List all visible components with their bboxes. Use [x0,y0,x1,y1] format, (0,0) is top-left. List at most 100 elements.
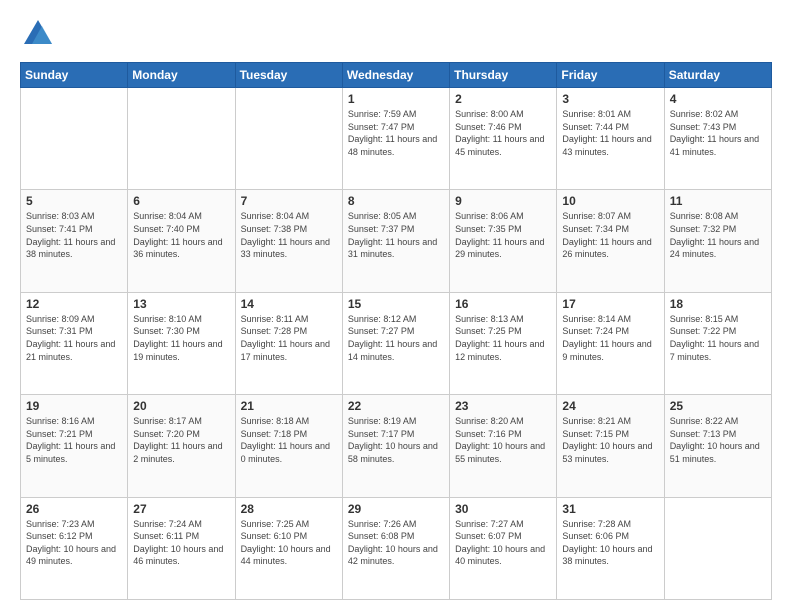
day-info: Sunrise: 8:14 AM Sunset: 7:24 PM Dayligh… [562,313,658,363]
col-friday: Friday [557,63,664,88]
header [20,16,772,52]
table-row: 27 Sunrise: 7:24 AM Sunset: 6:11 PM Dayli… [128,497,235,599]
day-info: Sunrise: 7:24 AM Sunset: 6:11 PM Dayligh… [133,518,229,568]
table-row: 10 Sunrise: 8:07 AM Sunset: 7:34 PM Dayli… [557,190,664,292]
day-info: Sunrise: 8:01 AM Sunset: 7:44 PM Dayligh… [562,108,658,158]
table-row: 12 Sunrise: 8:09 AM Sunset: 7:31 PM Dayli… [21,292,128,394]
table-row: 18 Sunrise: 8:15 AM Sunset: 7:22 PM Dayli… [664,292,771,394]
calendar-table: Sunday Monday Tuesday Wednesday Thursday… [20,62,772,600]
day-info: Sunrise: 8:12 AM Sunset: 7:27 PM Dayligh… [348,313,444,363]
table-row: 30 Sunrise: 7:27 AM Sunset: 6:07 PM Dayli… [450,497,557,599]
day-number: 10 [562,194,658,208]
day-number: 29 [348,502,444,516]
table-row: 13 Sunrise: 8:10 AM Sunset: 7:30 PM Dayli… [128,292,235,394]
day-info: Sunrise: 7:23 AM Sunset: 6:12 PM Dayligh… [26,518,122,568]
day-number: 8 [348,194,444,208]
table-row [128,88,235,190]
table-row: 7 Sunrise: 8:04 AM Sunset: 7:38 PM Daylig… [235,190,342,292]
day-info: Sunrise: 8:04 AM Sunset: 7:38 PM Dayligh… [241,210,337,260]
table-row: 2Sunrise: 8:00 AM Sunset: 7:46 PM Daylig… [450,88,557,190]
table-row: 1 Sunrise: 7:59 AM Sunset: 7:47 PM Daylig… [342,88,449,190]
day-info: Sunrise: 8:19 AM Sunset: 7:17 PM Dayligh… [348,415,444,465]
table-row: 16 Sunrise: 8:13 AM Sunset: 7:25 PM Dayli… [450,292,557,394]
table-row: 9 Sunrise: 8:06 AM Sunset: 7:35 PM Daylig… [450,190,557,292]
page: Sunday Monday Tuesday Wednesday Thursday… [0,0,792,612]
day-info: Sunrise: 8:05 AM Sunset: 7:37 PM Dayligh… [348,210,444,260]
day-number: 13 [133,297,229,311]
table-row: 31Sunrise: 7:28 AM Sunset: 6:06 PM Dayli… [557,497,664,599]
day-number: 26 [26,502,122,516]
table-row: 4Sunrise: 8:02 AM Sunset: 7:43 PM Daylig… [664,88,771,190]
table-row [664,497,771,599]
day-info: Sunrise: 7:27 AM Sunset: 6:07 PM Dayligh… [455,518,551,568]
calendar-week-row: 5Sunrise: 8:03 AM Sunset: 7:41 PM Daylig… [21,190,772,292]
table-row: 25Sunrise: 8:22 AM Sunset: 7:13 PM Dayli… [664,395,771,497]
table-row: 29 Sunrise: 7:26 AM Sunset: 6:08 PM Dayli… [342,497,449,599]
day-number: 23 [455,399,551,413]
day-info: Sunrise: 8:00 AM Sunset: 7:46 PM Dayligh… [455,108,551,158]
day-number: 22 [348,399,444,413]
calendar-header-row: Sunday Monday Tuesday Wednesday Thursday… [21,63,772,88]
table-row: 14 Sunrise: 8:11 AM Sunset: 7:28 PM Dayli… [235,292,342,394]
day-info: Sunrise: 7:25 AM Sunset: 6:10 PM Dayligh… [241,518,337,568]
day-number: 11 [670,194,766,208]
day-info: Sunrise: 8:10 AM Sunset: 7:30 PM Dayligh… [133,313,229,363]
col-thursday: Thursday [450,63,557,88]
day-number: 15 [348,297,444,311]
day-number: 30 [455,502,551,516]
calendar-week-row: 26 Sunrise: 7:23 AM Sunset: 6:12 PM Dayli… [21,497,772,599]
day-info: Sunrise: 8:15 AM Sunset: 7:22 PM Dayligh… [670,313,766,363]
table-row: 15 Sunrise: 8:12 AM Sunset: 7:27 PM Dayli… [342,292,449,394]
col-saturday: Saturday [664,63,771,88]
day-number: 21 [241,399,337,413]
day-number: 14 [241,297,337,311]
day-info: Sunrise: 8:11 AM Sunset: 7:28 PM Dayligh… [241,313,337,363]
day-number: 28 [241,502,337,516]
day-number: 24 [562,399,658,413]
day-info: Sunrise: 8:21 AM Sunset: 7:15 PM Dayligh… [562,415,658,465]
day-number: 16 [455,297,551,311]
table-row: 26 Sunrise: 7:23 AM Sunset: 6:12 PM Dayli… [21,497,128,599]
day-number: 17 [562,297,658,311]
col-tuesday: Tuesday [235,63,342,88]
logo [20,16,60,52]
day-info: Sunrise: 8:17 AM Sunset: 7:20 PM Dayligh… [133,415,229,465]
day-info: Sunrise: 7:26 AM Sunset: 6:08 PM Dayligh… [348,518,444,568]
day-info: Sunrise: 8:08 AM Sunset: 7:32 PM Dayligh… [670,210,766,260]
day-number: 4 [670,92,766,106]
day-number: 7 [241,194,337,208]
day-info: Sunrise: 8:06 AM Sunset: 7:35 PM Dayligh… [455,210,551,260]
day-info: Sunrise: 8:04 AM Sunset: 7:40 PM Dayligh… [133,210,229,260]
table-row: 22 Sunrise: 8:19 AM Sunset: 7:17 PM Dayli… [342,395,449,497]
day-info: Sunrise: 7:59 AM Sunset: 7:47 PM Dayligh… [348,108,444,158]
logo-icon [20,16,56,52]
table-row: 17 Sunrise: 8:14 AM Sunset: 7:24 PM Dayli… [557,292,664,394]
table-row: 28 Sunrise: 7:25 AM Sunset: 6:10 PM Dayli… [235,497,342,599]
calendar-week-row: 19 Sunrise: 8:16 AM Sunset: 7:21 PM Dayli… [21,395,772,497]
day-number: 12 [26,297,122,311]
day-info: Sunrise: 8:16 AM Sunset: 7:21 PM Dayligh… [26,415,122,465]
col-wednesday: Wednesday [342,63,449,88]
table-row: 23Sunrise: 8:20 AM Sunset: 7:16 PM Dayli… [450,395,557,497]
day-info: Sunrise: 7:28 AM Sunset: 6:06 PM Dayligh… [562,518,658,568]
table-row: 5Sunrise: 8:03 AM Sunset: 7:41 PM Daylig… [21,190,128,292]
col-sunday: Sunday [21,63,128,88]
day-number: 9 [455,194,551,208]
day-number: 18 [670,297,766,311]
day-number: 3 [562,92,658,106]
day-number: 5 [26,194,122,208]
day-info: Sunrise: 8:18 AM Sunset: 7:18 PM Dayligh… [241,415,337,465]
day-number: 20 [133,399,229,413]
day-number: 27 [133,502,229,516]
day-info: Sunrise: 8:22 AM Sunset: 7:13 PM Dayligh… [670,415,766,465]
day-number: 1 [348,92,444,106]
col-monday: Monday [128,63,235,88]
day-number: 6 [133,194,229,208]
table-row: 8 Sunrise: 8:05 AM Sunset: 7:37 PM Daylig… [342,190,449,292]
day-info: Sunrise: 8:07 AM Sunset: 7:34 PM Dayligh… [562,210,658,260]
day-number: 19 [26,399,122,413]
day-info: Sunrise: 8:09 AM Sunset: 7:31 PM Dayligh… [26,313,122,363]
day-info: Sunrise: 8:13 AM Sunset: 7:25 PM Dayligh… [455,313,551,363]
table-row: 19 Sunrise: 8:16 AM Sunset: 7:21 PM Dayli… [21,395,128,497]
table-row: 3 Sunrise: 8:01 AM Sunset: 7:44 PM Daylig… [557,88,664,190]
